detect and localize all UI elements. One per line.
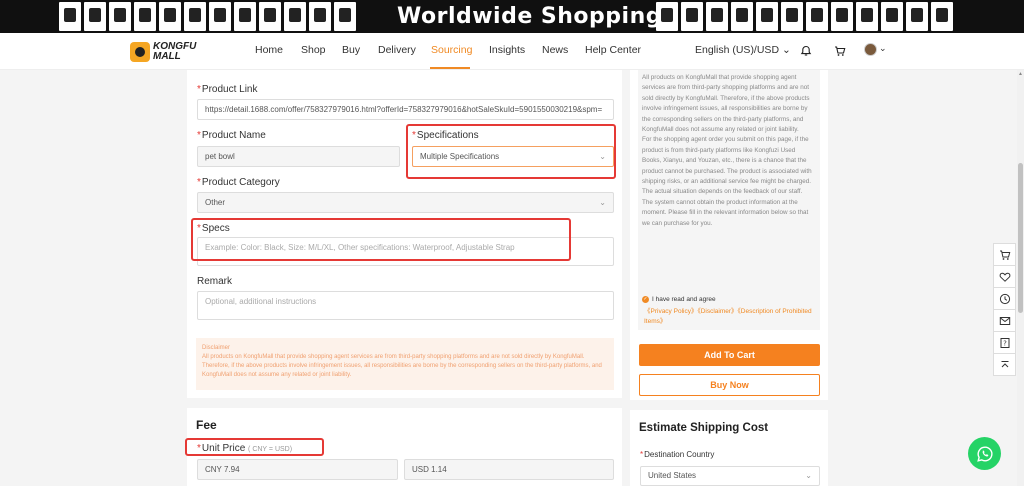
nav-buy[interactable]: Buy <box>342 44 360 56</box>
chevron-down-icon: ⌄ <box>781 44 791 56</box>
add-to-cart-button[interactable]: Add To Cart <box>639 344 820 366</box>
highlight-unit-price <box>185 438 324 456</box>
chevron-down-icon[interactable]: ⌄ <box>879 43 887 54</box>
remark-label: Remark <box>197 276 233 287</box>
agree-text: I have read and agree <box>652 296 716 303</box>
top-navbar: KONGFU MALL Home Shop Buy Delivery Sourc… <box>0 33 1024 70</box>
destination-country-select[interactable]: United States ⌄ <box>640 466 820 486</box>
product-category-label: *Product Category <box>197 177 280 188</box>
side-heart-icon[interactable] <box>993 265 1016 288</box>
logo[interactable]: KONGFU MALL <box>130 39 200 65</box>
remark-textarea[interactable]: Optional, additional instructions <box>197 291 614 320</box>
banner-thumbnails-left <box>55 0 360 33</box>
notice-paragraph-2: For the shopping agent order you submit … <box>642 136 812 196</box>
product-link-label: *Product Link <box>197 84 258 95</box>
bell-icon[interactable] <box>799 44 813 58</box>
banner-title: Worldwide Shopping <box>397 4 662 29</box>
destination-country-value: United States <box>648 471 697 480</box>
highlight-specs <box>191 218 571 261</box>
nav-insights[interactable]: Insights <box>489 44 525 56</box>
language-currency-selector[interactable]: English (US)/USD ⌄ <box>695 44 791 56</box>
chevron-down-icon: ⌄ <box>805 471 812 480</box>
nav-shop[interactable]: Shop <box>301 44 326 56</box>
shipping-title: Estimate Shipping Cost <box>639 422 769 434</box>
avatar[interactable] <box>864 43 877 56</box>
side-clock-icon[interactable] <box>993 287 1016 310</box>
nav-sourcing[interactable]: Sourcing <box>431 44 472 56</box>
notice-box: All products on KongfuMall that provide … <box>638 70 820 330</box>
whatsapp-icon <box>976 445 993 462</box>
side-help-icon[interactable]: ? <box>993 331 1016 354</box>
whatsapp-chat-button[interactable] <box>968 437 1001 470</box>
nav-help-center[interactable]: Help Center <box>585 44 641 56</box>
buy-now-button[interactable]: Buy Now <box>639 374 820 396</box>
highlight-specifications <box>406 124 616 179</box>
nav-delivery[interactable]: Delivery <box>378 44 416 56</box>
unit-price-usd-input[interactable]: USD 1.14 <box>404 459 614 480</box>
cart-icon[interactable] <box>833 44 847 58</box>
product-name-input[interactable]: pet bowl <box>197 146 400 167</box>
logo-line2: MALL <box>153 51 181 62</box>
product-link-input[interactable]: https://detail.1688.com/offer/7583279790… <box>197 99 614 120</box>
language-label: English (US)/USD <box>695 44 780 56</box>
promo-banner[interactable]: Worldwide Shopping <box>0 0 1024 33</box>
notice-paragraph-3: The system cannot obtain the product inf… <box>642 198 809 227</box>
destination-country-label: *Destination Country <box>640 450 715 459</box>
agree-checkbox[interactable]: ✓ I have read and agree <box>642 296 716 303</box>
side-mail-icon[interactable] <box>993 309 1016 332</box>
side-top-icon[interactable] <box>993 353 1016 376</box>
policy-links[interactable]: 《Privacy Policy》《Disclaimer》《Description… <box>644 307 816 327</box>
disclaimer-text: All products on KongfuMall that provide … <box>202 354 602 378</box>
nav-home[interactable]: Home <box>255 44 283 56</box>
disclaimer-title: Disclaimer <box>202 345 231 351</box>
chevron-down-icon: ⌄ <box>599 198 606 207</box>
logo-mark <box>130 42 150 62</box>
svg-text:?: ? <box>1003 339 1007 347</box>
fee-title: Fee <box>196 418 217 432</box>
unit-price-cny-input[interactable]: CNY 7.94 <box>197 459 398 480</box>
product-category-value: Other <box>205 198 226 207</box>
product-name-label: *Product Name <box>197 130 266 141</box>
banner-thumbnails-right <box>652 0 957 33</box>
disclaimer-box: Disclaimer All products on KongfuMall th… <box>196 338 614 390</box>
nav-news[interactable]: News <box>542 44 568 56</box>
side-cart-icon[interactable] <box>993 243 1016 266</box>
notice-paragraph-1: All products on KongfuMall that provide … <box>642 74 810 134</box>
scrollbar-thumb[interactable] <box>1018 163 1023 313</box>
scroll-up-arrow-icon[interactable]: ▲ <box>1017 71 1024 77</box>
check-icon: ✓ <box>642 296 649 303</box>
product-category-select[interactable]: Other ⌄ <box>197 192 614 213</box>
active-nav-indicator <box>430 67 470 69</box>
